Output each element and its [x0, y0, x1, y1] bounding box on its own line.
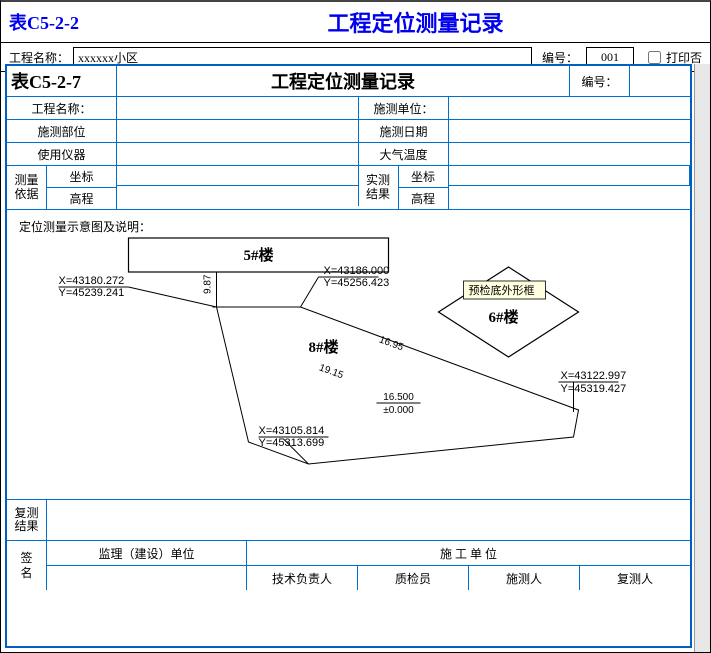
sig-header-row: 签 名 监理（建设）单位 施 工 单 位 技术负责人 质检员 施测人 复测人	[7, 541, 690, 590]
row-instrument: 使用仪器 大气温度	[7, 143, 690, 166]
app-header: 表C5-2-2 工程定位测量记录	[1, 2, 710, 43]
val-projname	[117, 97, 359, 119]
coord-y2: Y=45256.423	[324, 277, 390, 289]
lbl-coord2: 坐标	[399, 166, 449, 188]
lbl-elev1: 高程	[47, 188, 117, 209]
lbl-elev2: 高程	[399, 188, 449, 209]
vertical-scrollbar[interactable]	[694, 64, 710, 652]
lbl-construct: 施 工 单 位	[247, 541, 690, 565]
form-title: 工程定位测量记录	[117, 66, 570, 96]
header-title: 工程定位测量记录	[129, 6, 702, 38]
lbl-basis: 测量 依据	[7, 166, 47, 209]
coord-y4: Y=45313.699	[259, 437, 325, 449]
val-surveypart	[117, 120, 359, 142]
val-coord2	[449, 166, 691, 186]
form-table-code: 表C5-2-7	[11, 68, 81, 94]
diagram-zone: 定位测量示意图及说明： 5#楼 X=43180.272 Y=45239.241 …	[7, 210, 690, 500]
val-airtemp	[449, 143, 690, 165]
print-checkbox[interactable]	[648, 51, 661, 64]
building-8-label: 8#楼	[309, 338, 339, 356]
lbl-surveyunit: 施测单位：	[359, 97, 449, 119]
form-serial-label: 编号：	[570, 66, 630, 96]
dim-987: 9.87	[203, 274, 214, 294]
lbl-airtemp: 大气温度	[359, 143, 449, 165]
header-table-code: 表C5-2-2	[9, 9, 129, 35]
row-surveypart: 施测部位 施测日期	[7, 120, 690, 143]
lbl-surveypart: 施测部位	[7, 120, 117, 142]
serial-label: 编号：	[542, 49, 578, 66]
lbl-sign: 签 名	[7, 541, 47, 590]
val-surveyunit	[449, 97, 690, 119]
lbl-qc: 质检员	[358, 566, 469, 590]
print-label-text: 打印否	[666, 49, 702, 66]
frac-bot: ±0.000	[383, 405, 414, 416]
diagram-svg: 5#楼 X=43180.272 Y=45239.241 9.87 X=43186…	[7, 232, 690, 497]
coord-x2: X=43186.000	[324, 265, 390, 277]
row-review: 复测 结果	[7, 500, 690, 541]
coord-x4: X=43105.814	[259, 425, 325, 437]
lbl-supervise: 监理（建设）单位	[47, 541, 247, 565]
lbl-reviewer: 复测人	[580, 566, 690, 590]
proj-name-label: 工程名称：	[9, 49, 69, 66]
val-supervise	[47, 566, 247, 590]
coord-x3: X=43122.997	[561, 370, 627, 382]
val-surveydate	[449, 120, 690, 142]
tooltip-text: 预检底外形框	[469, 283, 535, 297]
building-5-label: 5#楼	[244, 246, 274, 264]
lbl-surveydate: 施测日期	[359, 120, 449, 142]
lbl-surveyor: 施测人	[469, 566, 580, 590]
val-review	[47, 500, 690, 540]
app-window: 表C5-2-2 工程定位测量记录 工程名称： 编号： 打印否 表C5-2-7 工…	[0, 0, 711, 653]
lbl-instrument: 使用仪器	[7, 143, 117, 165]
row-basis-actual: 测量 依据 坐标 高程 实测 结果 坐标 高程	[7, 166, 690, 210]
form-title-row: 表C5-2-7 工程定位测量记录 编号：	[7, 66, 690, 97]
lbl-tech: 技术负责人	[247, 566, 358, 590]
coord-x1: X=43180.272	[59, 275, 125, 287]
lbl-coord1: 坐标	[47, 166, 117, 188]
dim-1915: 19.15	[317, 362, 345, 381]
row-projname: 工程名称： 施测单位：	[7, 97, 690, 120]
val-coord1	[117, 166, 359, 186]
coord-y3: Y=45319.427	[561, 383, 627, 395]
form-area: 表C5-2-7 工程定位测量记录 编号： 工程名称： 施测单位： 施测部位 施测…	[5, 64, 692, 648]
lbl-review: 复测 结果	[7, 500, 47, 540]
lbl-actual: 实测 结果	[359, 166, 399, 209]
frac-top: 16.500	[383, 392, 414, 403]
form-serial-value	[630, 66, 690, 96]
val-elev1	[117, 186, 359, 206]
val-instrument	[117, 143, 359, 165]
building-6-label: 6#楼	[489, 308, 519, 326]
val-elev2	[449, 186, 691, 206]
lbl-projname: 工程名称：	[7, 97, 117, 119]
dim-1695: 16.95	[377, 334, 405, 353]
coord-y1: Y=45239.241	[59, 287, 125, 299]
